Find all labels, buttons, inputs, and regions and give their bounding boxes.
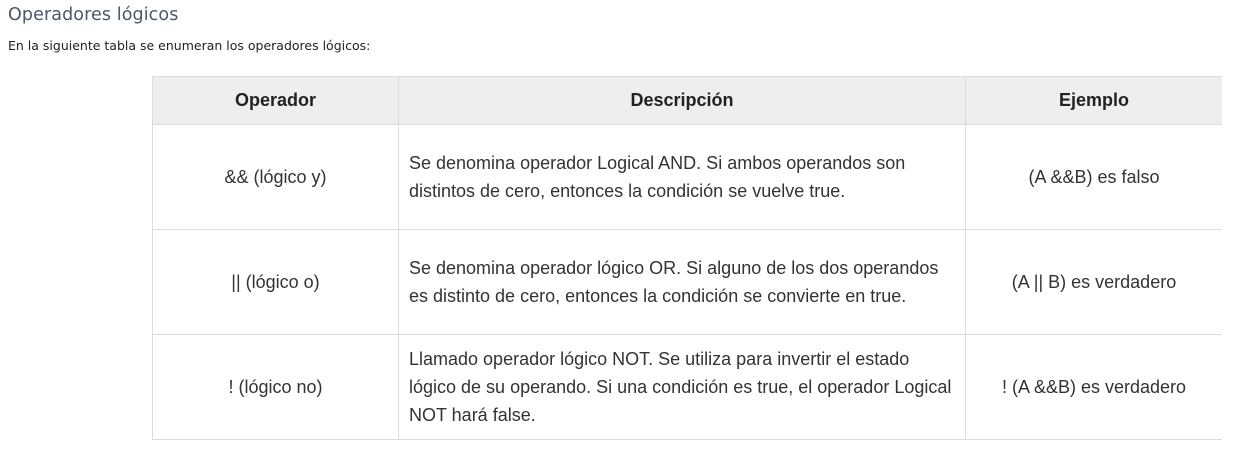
column-header-operator: Operador [152,76,399,125]
logical-operators-table: Operador Descripción Ejemplo && (lógico … [152,76,1222,440]
description-cell: Se denomina operador Logical AND. Si amb… [398,124,966,230]
example-cell: ! (A &&B) es verdadero [965,334,1222,440]
table-row: ! (lógico no) Llamado operador lógico NO… [152,334,1222,440]
page-title: Operadores lógicos [8,5,179,25]
operator-cell: && (lógico y) [152,124,399,230]
description-text: Se denomina operador lógico OR. Si algun… [409,258,939,306]
operator-cell: ! (lógico no) [152,334,399,440]
example-cell: (A || B) es verdadero [965,229,1222,335]
column-header-example: Ejemplo [965,76,1222,125]
description-cell: Se denomina operador lógico OR. Si algun… [398,229,966,335]
example-cell: (A &&B) es falso [965,124,1222,230]
operator-cell: || (lógico o) [152,229,399,335]
table-row: && (lógico y) Se denomina operador Logic… [152,124,1222,230]
table-header-row: Operador Descripción Ejemplo [152,76,1222,125]
description-text: Llamado operador lógico NOT. Se utiliza … [409,349,952,425]
table-row: || (lógico o) Se denomina operador lógic… [152,229,1222,335]
column-header-description: Descripción [398,76,966,125]
operators-table-container: Operador Descripción Ejemplo && (lógico … [152,76,1222,440]
description-cell: Llamado operador lógico NOT. Se utiliza … [398,334,966,440]
description-text: Se denomina operador Logical AND. Si amb… [409,153,906,201]
intro-text: En la siguiente tabla se enumeran los op… [8,38,371,53]
